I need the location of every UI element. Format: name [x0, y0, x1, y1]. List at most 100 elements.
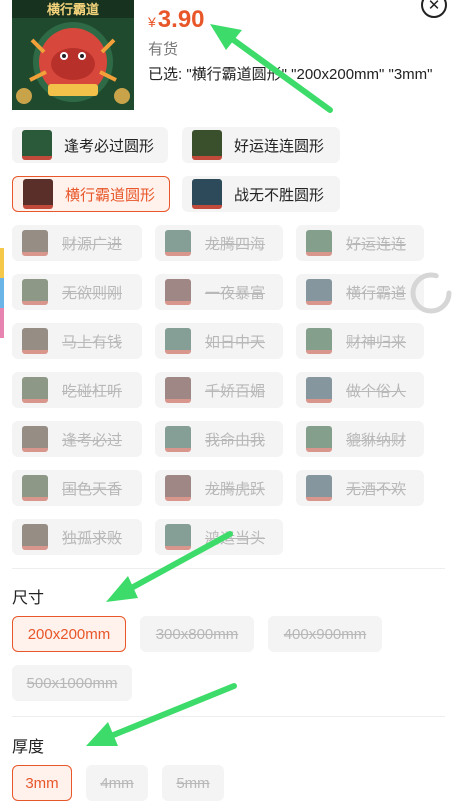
style-option-label: 龙腾虎跃	[205, 480, 266, 498]
style-option-label: 吃碰杠听	[62, 382, 123, 400]
style-option[interactable]: 好运连连圆形	[182, 127, 340, 163]
style-option-label: 一夜暴富	[205, 284, 266, 302]
style-thumbnail-icon	[306, 328, 332, 354]
price: ¥3.90	[148, 6, 205, 34]
style-thumbnail-icon	[165, 279, 191, 305]
style-thumbnail-icon	[165, 524, 191, 550]
edge-indicator	[0, 248, 4, 278]
style-option-label: 好运连连	[346, 235, 407, 253]
style-option[interactable]: 马上有钱	[12, 323, 142, 359]
style-option-label: 横行霸道圆形	[65, 186, 156, 204]
style-option[interactable]: 横行霸道圆形	[12, 176, 170, 212]
style-option[interactable]: 无酒不欢	[296, 470, 424, 506]
edge-indicator	[0, 278, 4, 308]
style-option-label: 貔貅纳财	[346, 431, 407, 449]
style-thumbnail-icon	[306, 230, 332, 256]
divider	[12, 568, 445, 569]
style-option[interactable]: 貔貅纳财	[296, 421, 424, 457]
style-option[interactable]: 逢考必过	[12, 421, 142, 457]
style-option[interactable]: 财源广进	[12, 225, 142, 261]
style-option-label: 我命由我	[205, 431, 266, 449]
product-thumbnail[interactable]: 横行霸道	[12, 0, 134, 110]
style-thumbnail-icon	[165, 426, 191, 452]
style-option-label: 逢考必过	[62, 431, 123, 449]
style-thumbnail-icon	[165, 230, 191, 256]
style-option[interactable]: 国色天香	[12, 470, 142, 506]
arrow-head	[106, 576, 138, 602]
style-option-label: 无酒不欢	[346, 480, 407, 498]
style-thumbnail-icon	[22, 230, 48, 256]
style-option[interactable]: 如日中天	[155, 323, 283, 359]
selected-summary: 已选: "横行霸道圆形" "200x200mm" "3mm"	[148, 66, 433, 83]
style-option[interactable]: 财神归来	[296, 323, 424, 359]
currency-symbol: ¥	[148, 14, 156, 30]
thickness-option[interactable]: 4mm	[86, 765, 148, 801]
price-amount: 3.90	[157, 6, 205, 33]
style-thumbnail-icon	[23, 179, 53, 209]
style-option-label: 独孤求败	[62, 529, 123, 547]
style-option-label: 财源广进	[62, 235, 123, 253]
thumb-title: 横行霸道	[47, 2, 99, 17]
style-option-label: 做个俗人	[346, 382, 407, 400]
thickness-option[interactable]: 3mm	[12, 765, 72, 801]
style-thumbnail-icon	[165, 328, 191, 354]
style-option-label: 鸿运当头	[205, 529, 266, 547]
size-option[interactable]: 400x900mm	[268, 616, 382, 652]
close-button[interactable]: ✕	[421, 0, 447, 18]
size-option[interactable]: 200x200mm	[12, 616, 126, 652]
style-option[interactable]: 龙腾虎跃	[155, 470, 283, 506]
style-option-label: 横行霸道	[346, 284, 407, 302]
style-option[interactable]: 逢考必过圆形	[12, 127, 168, 163]
style-option[interactable]: 吃碰杠听	[12, 372, 142, 408]
size-option[interactable]: 500x1000mm	[12, 665, 132, 701]
style-thumbnail-icon	[306, 426, 332, 452]
style-option-label: 好运连连圆形	[234, 137, 325, 155]
thickness-section-title: 厚度	[12, 739, 45, 756]
style-thumbnail-icon	[192, 130, 222, 160]
style-thumbnail-icon	[22, 377, 48, 403]
size-option[interactable]: 300x800mm	[140, 616, 254, 652]
style-option-label: 无欲则刚	[62, 284, 123, 302]
style-option[interactable]: 无欲则刚	[12, 274, 142, 310]
style-option[interactable]: 战无不胜圆形	[182, 176, 340, 212]
stock-status: 有货	[148, 41, 179, 58]
style-option[interactable]: 做个俗人	[296, 372, 424, 408]
style-thumbnail-icon	[165, 475, 191, 501]
style-thumbnail-icon	[22, 475, 48, 501]
style-option[interactable]: 横行霸道	[296, 274, 424, 310]
style-option[interactable]: 独孤求败	[12, 519, 142, 555]
style-thumbnail-icon	[306, 475, 332, 501]
size-section-title: 尺寸	[12, 590, 45, 607]
style-option[interactable]: 一夜暴富	[155, 274, 283, 310]
style-option[interactable]: 好运连连	[296, 225, 424, 261]
loading-spinner-icon	[410, 272, 452, 314]
close-icon: ✕	[427, 0, 441, 14]
style-thumbnail-icon	[22, 130, 52, 160]
style-option-label: 马上有钱	[62, 333, 123, 351]
style-option[interactable]: 龙腾四海	[155, 225, 283, 261]
style-thumbnail-icon	[22, 328, 48, 354]
style-option[interactable]: 我命由我	[155, 421, 283, 457]
style-thumbnail-icon	[165, 377, 191, 403]
divider	[12, 716, 445, 717]
style-option-label: 逢考必过圆形	[64, 137, 155, 155]
arrow-head	[86, 722, 118, 746]
style-option-label: 龙腾四海	[205, 235, 266, 253]
style-option-label: 财神归来	[346, 333, 407, 351]
style-option-label: 国色天香	[62, 480, 123, 498]
style-option-label: 战无不胜圆形	[234, 186, 325, 204]
style-thumbnail-icon	[22, 279, 48, 305]
crab-illustration: 横行霸道	[12, 0, 134, 110]
style-thumbnail-icon	[306, 377, 332, 403]
edge-indicator	[0, 308, 4, 338]
style-thumbnail-icon	[22, 426, 48, 452]
style-option[interactable]: 鸿运当头	[155, 519, 283, 555]
style-option-label: 如日中天	[205, 333, 266, 351]
style-thumbnail-icon	[192, 179, 222, 209]
style-option-label: 千娇百媚	[205, 382, 266, 400]
style-thumbnail-icon	[22, 524, 48, 550]
style-option[interactable]: 千娇百媚	[155, 372, 283, 408]
arrow-head	[210, 24, 242, 50]
thickness-option[interactable]: 5mm	[162, 765, 224, 801]
style-thumbnail-icon	[306, 279, 332, 305]
